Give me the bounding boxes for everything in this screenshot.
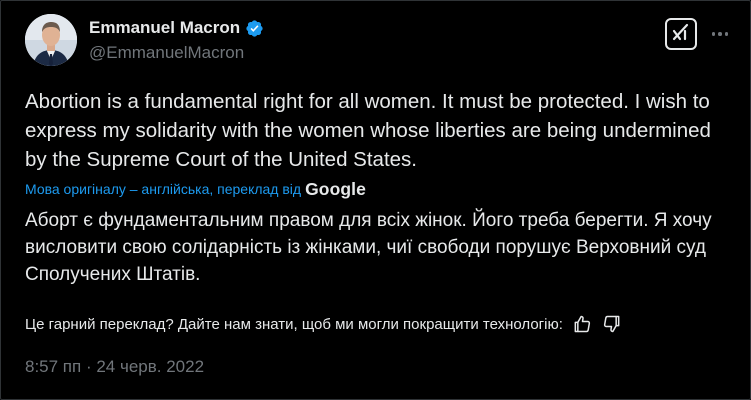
translation-attribution: Мова оригіналу – англійська, переклад ві… [25, 178, 366, 200]
avatar[interactable] [25, 14, 77, 66]
translation-feedback: Це гарний переклад? Дайте нам знати, щоб… [25, 313, 623, 335]
verified-badge-icon [245, 19, 264, 38]
thumbs-up-icon[interactable] [571, 313, 593, 335]
author-handle[interactable]: @EmmanuelMacron [89, 43, 244, 63]
thumbs-down-icon[interactable] [601, 313, 623, 335]
author-name-row: Emmanuel Macron [89, 17, 264, 39]
tweet-timestamp[interactable]: 8:57 пп · 24 черв. 2022 [25, 357, 204, 377]
more-options-button[interactable] [710, 24, 730, 44]
author-name[interactable]: Emmanuel Macron [89, 18, 240, 38]
grok-icon [671, 22, 691, 47]
translated-text: Аборт є фундаментальним правом для всіх … [25, 210, 712, 285]
grok-button[interactable] [665, 18, 697, 50]
tweet-text: Abortion is a fundamental right for all … [25, 90, 711, 171]
tweet-card: Emmanuel Macron @EmmanuelMacron Abortion… [0, 0, 751, 400]
more-icon [711, 32, 716, 36]
feedback-prompt: Це гарний переклад? Дайте нам знати, щоб… [25, 315, 563, 333]
google-logo: Google [305, 178, 366, 199]
translation-label[interactable]: Мова оригіналу – англійська, переклад ві… [25, 181, 301, 197]
